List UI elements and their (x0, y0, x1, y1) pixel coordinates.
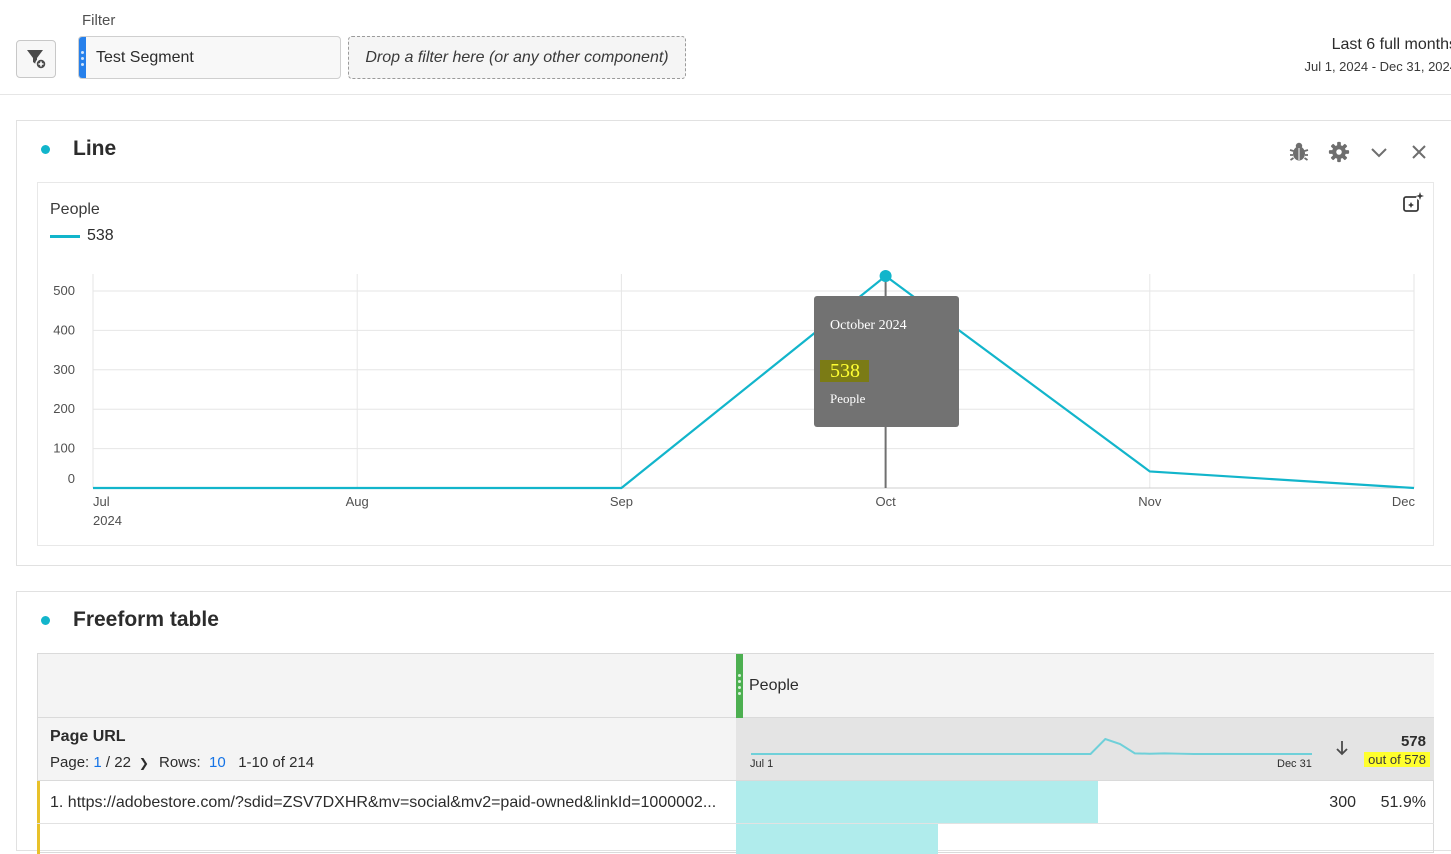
chevron-down-icon[interactable] (1359, 139, 1399, 165)
y-tick-label: 100 (53, 441, 75, 456)
y-tick-label: 0 (68, 471, 75, 486)
sparkline-line (751, 739, 1312, 754)
freeform-table: People Page URL Page: 1 / 22 ❯ Rows: 10 … (37, 653, 1434, 853)
table-row[interactable]: 1. https://adobestore.com/?sdid=ZSV7DXHR… (38, 781, 1434, 824)
line-chart-plot: 0 100 200 300 400 500 Jul Aug Sep Oct Nov Dec 2024 (38, 183, 1433, 545)
panel-status-dot (41, 145, 50, 154)
filter-drop-zone[interactable]: Drop a filter here (or any other compone… (348, 36, 686, 79)
metric-summary-cell: Jul 1 Dec 31 578 out of 578 (736, 718, 1434, 781)
column-drag-handle-icon[interactable] (736, 654, 743, 718)
x-tick-label: Sep (610, 494, 633, 509)
sparkline-start-label: Jul 1 (750, 758, 773, 770)
rows-range: 1-10 of 214 (238, 754, 314, 771)
y-tick-label: 200 (53, 401, 75, 416)
page-current-input[interactable]: 1 (93, 754, 101, 771)
bug-icon[interactable] (1279, 139, 1319, 165)
y-tick-label: 400 (53, 322, 75, 337)
panel-toolbar (1279, 139, 1439, 165)
page-label: Page: (50, 754, 89, 771)
line-panel: Line (16, 120, 1451, 566)
x-tick-label: Aug (346, 494, 369, 509)
chart-tooltip: October 2024 538 People (814, 296, 959, 427)
x-tick-label: Oct (875, 494, 896, 509)
row-value-bar (736, 824, 938, 854)
tooltip-title: October 2024 (830, 318, 907, 334)
row-accent (37, 824, 40, 854)
x-tick-label: Jul (93, 494, 110, 509)
segment-pill[interactable]: Test Segment (78, 36, 341, 79)
tooltip-value: 538 (820, 360, 869, 382)
rows-per-page-select[interactable]: 10 (209, 754, 226, 771)
panel-title: Line (73, 137, 116, 161)
add-filter-button[interactable] (16, 40, 56, 78)
freeform-table-panel: Freeform table People Page URL Page: 1 /… (16, 591, 1451, 851)
filter-label: Filter (82, 12, 115, 29)
panel-title: Freeform table (73, 608, 219, 632)
next-page-icon[interactable]: ❯ (139, 756, 149, 770)
rows-label: Rows: (159, 754, 201, 771)
column-header-people[interactable]: People (736, 654, 1434, 718)
y-tick-label: 500 (53, 283, 75, 298)
pagination: Page: 1 / 22 ❯ Rows: 10 1-10 of 214 (50, 754, 314, 771)
gear-icon[interactable] (1319, 139, 1359, 165)
sort-descending-icon[interactable] (1334, 738, 1350, 758)
row-accent (37, 781, 40, 823)
data-point-highlighted (880, 270, 892, 282)
sparkline-end-label: Dec 31 (1277, 758, 1312, 770)
close-icon[interactable] (1399, 139, 1439, 165)
x-tick-label: Dec (1392, 494, 1416, 509)
page-total: / 22 (106, 754, 131, 771)
x-tick-label: Nov (1138, 494, 1162, 509)
y-tick-label: 300 (53, 362, 75, 377)
column-title: People (749, 677, 799, 695)
row-label[interactable]: 1. https://adobestore.com/?sdid=ZSV7DXHR… (50, 794, 730, 812)
row-percent: 51.9% (1381, 794, 1426, 812)
panel-status-dot (41, 616, 50, 625)
date-range-dates: Jul 1, 2024 - Dec 31, 2024 (1305, 59, 1451, 74)
filter-bar: Filter Test Segment Drop a filter here (… (0, 0, 1451, 95)
segment-name: Test Segment (96, 49, 194, 67)
date-range-title: Last 6 full months (1305, 36, 1451, 54)
dimension-header: Page URL Page: 1 / 22 ❯ Rows: 10 1-10 of… (38, 718, 736, 781)
column-total: 578 (1401, 733, 1426, 750)
date-range-picker[interactable]: Last 6 full months Jul 1, 2024 - Dec 31,… (1305, 36, 1451, 74)
sparkline (748, 724, 1313, 760)
tooltip-metric: People (830, 391, 865, 407)
row-value-bar (736, 781, 1098, 823)
row-value: 300 (1329, 794, 1356, 812)
column-total-out-of: out of 578 (1364, 752, 1430, 767)
x-tick-sublabel: 2024 (93, 513, 122, 528)
dimension-title[interactable]: Page URL (50, 728, 126, 746)
series-line-people (93, 276, 1414, 488)
line-chart: People 538 0 100 200 300 400 500 Jul Aug Sep Oct N… (37, 182, 1434, 546)
filter-add-icon (24, 47, 48, 71)
drag-handle-icon[interactable] (79, 37, 86, 78)
table-header-blank (38, 654, 736, 718)
